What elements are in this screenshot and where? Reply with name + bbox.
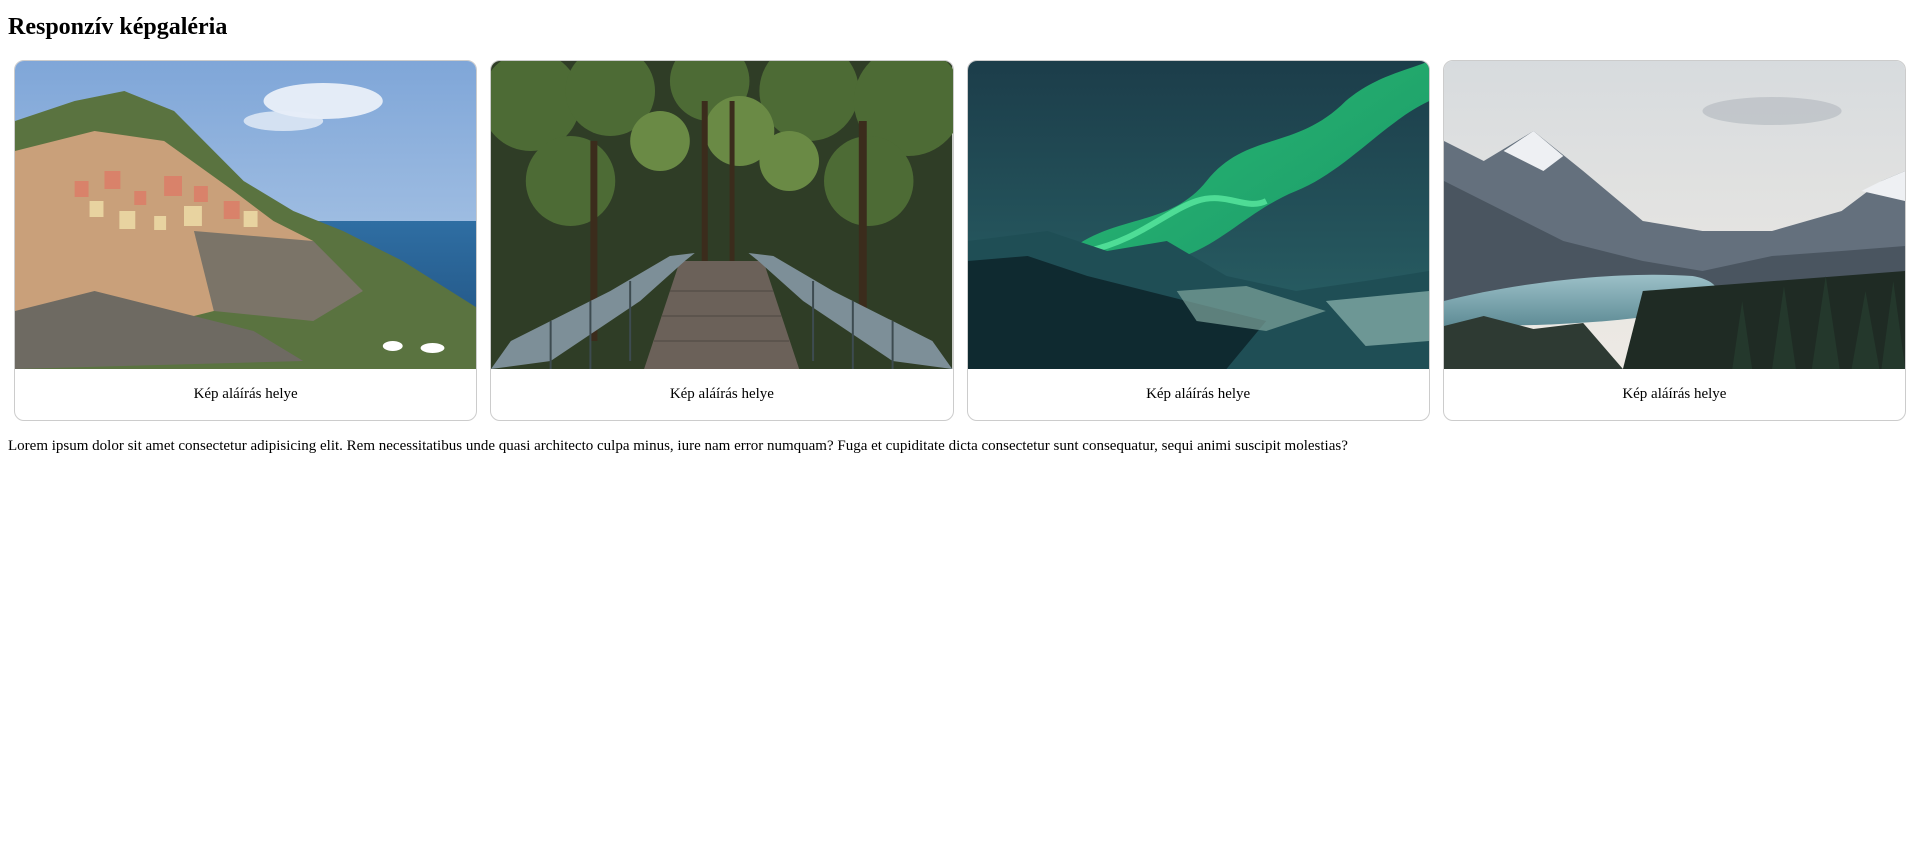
gallery-card[interactable]: Kép aláírás helye	[14, 60, 478, 421]
image-caption: Kép aláírás helye	[193, 386, 298, 402]
coastal-village-photo[interactable]	[15, 61, 477, 369]
body-paragraph: Lorem ipsum dolor sit amet consectetur a…	[8, 438, 1348, 454]
forest-bridge-photo[interactable]	[491, 61, 953, 369]
gallery-card[interactable]: Kép aláírás helye	[1442, 60, 1906, 421]
aurora-photo[interactable]	[967, 61, 1429, 369]
page-title: Responzív képgaléria	[8, 14, 228, 40]
image-gallery: Kép aláírás helye Kép aláírás helye Kép …	[14, 60, 1906, 421]
image-caption: Kép aláírás helye	[1622, 386, 1727, 402]
page: Responzív képgaléria Kép aláírás helye K…	[0, 12, 1920, 455]
gallery-card[interactable]: Kép aláírás helye	[966, 60, 1430, 421]
image-caption: Kép aláírás helye	[1146, 386, 1251, 402]
mountain-lake-photo[interactable]	[1443, 61, 1905, 369]
gallery-card[interactable]: Kép aláírás helye	[490, 60, 954, 421]
image-caption: Kép aláírás helye	[669, 386, 774, 402]
